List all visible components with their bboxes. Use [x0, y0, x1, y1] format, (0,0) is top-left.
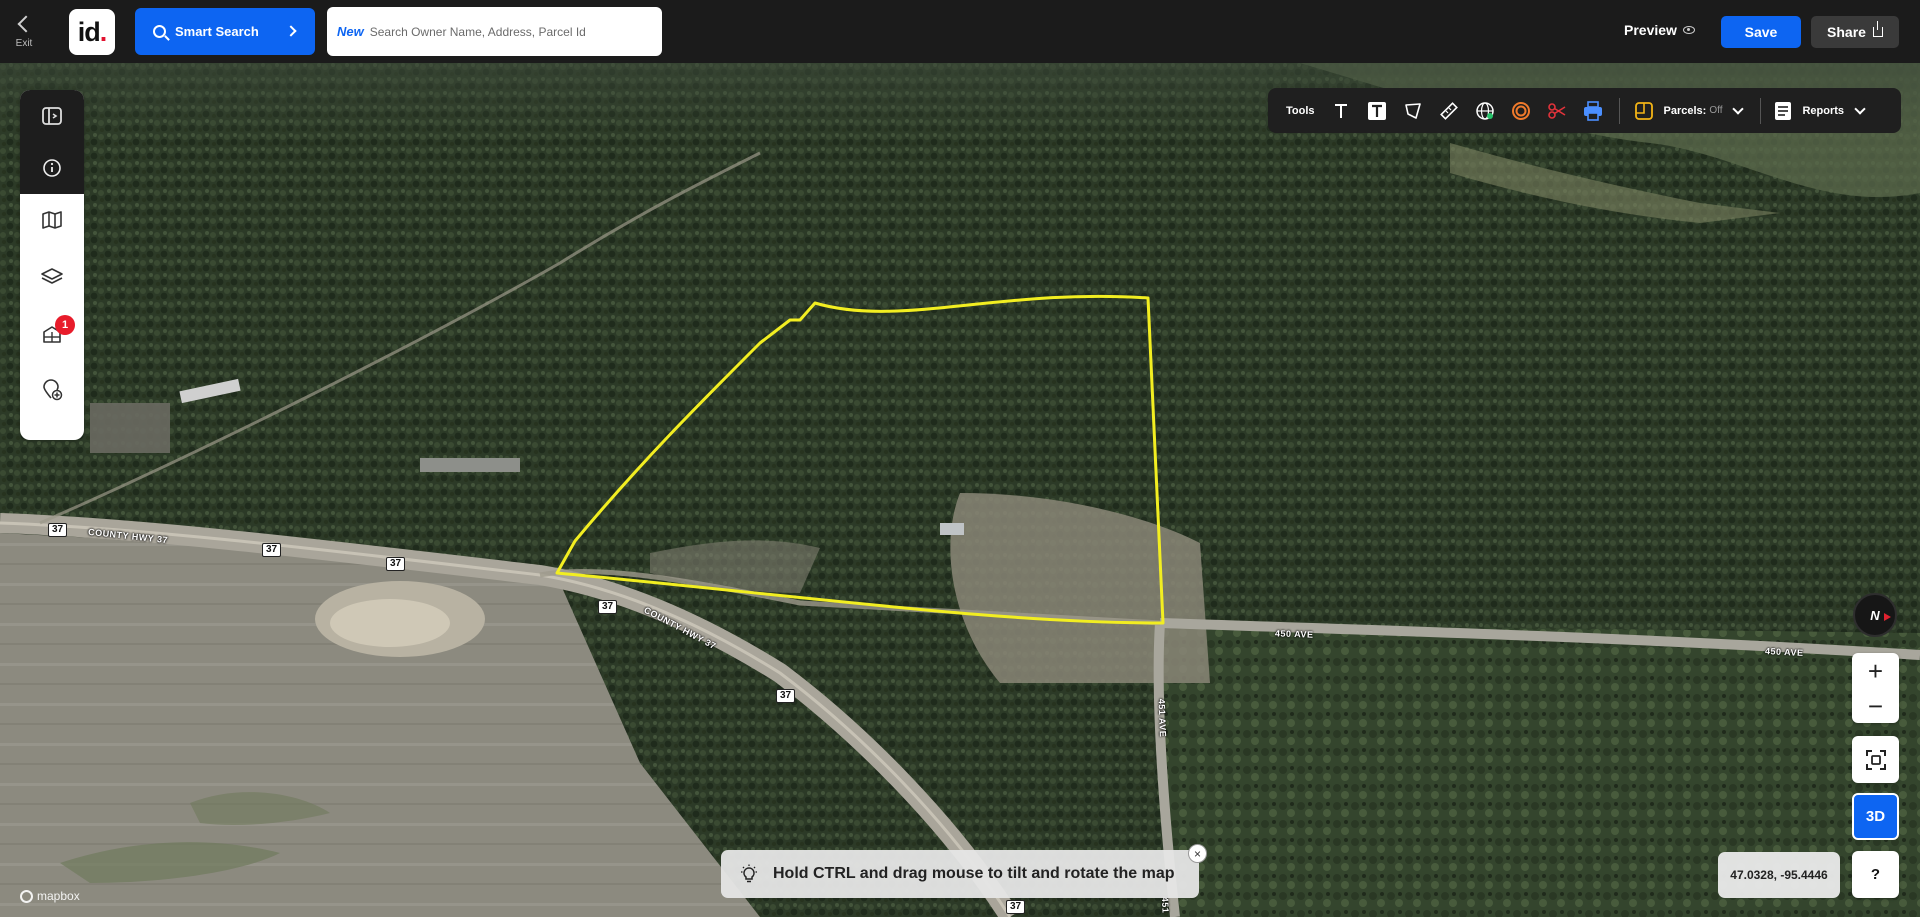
zoom-in-button[interactable]: +	[1852, 653, 1899, 688]
mapbox-label: mapbox	[37, 889, 80, 903]
notification-badge: 1	[55, 315, 75, 335]
measure-tool-button[interactable]	[1431, 93, 1467, 129]
route-shield: 37	[776, 689, 796, 703]
road-label: 451	[1159, 896, 1171, 914]
sidebar-toggle-button[interactable]	[20, 90, 84, 142]
coordinates-readout: 47.0328, -95.4446	[1718, 852, 1840, 898]
eye-icon	[1682, 26, 1695, 34]
focus-frame-icon	[1865, 749, 1886, 770]
printer-icon	[1583, 100, 1602, 121]
polygon-tool-button[interactable]	[1395, 93, 1431, 129]
tools-toolbar: Tools Parcels: Off Reports	[1268, 88, 1901, 133]
share-label: Share	[1827, 24, 1866, 40]
text-box-tool-button[interactable]	[1359, 93, 1395, 129]
report-document-icon	[1775, 101, 1792, 120]
text-icon	[1334, 103, 1347, 118]
zoom-control: + −	[1852, 653, 1899, 723]
text-tool-button[interactable]	[1323, 93, 1359, 129]
chevron-right-icon	[285, 25, 297, 37]
preview-button[interactable]: Preview	[1624, 22, 1695, 38]
sidebar-item-layers[interactable]	[20, 251, 84, 303]
map-hint-toast: Hold CTRL and drag mouse to tilt and rot…	[721, 850, 1199, 898]
globe-icon	[1475, 101, 1494, 120]
sidebar-item-info[interactable]	[20, 142, 84, 194]
logo-dot: .	[99, 16, 107, 47]
compass-needle-icon	[1884, 613, 1891, 621]
search-icon	[153, 25, 166, 38]
add-location-icon	[43, 379, 63, 401]
chevron-down-icon	[1854, 102, 1866, 115]
logo-text: id	[77, 16, 101, 47]
tools-label: Tools	[1286, 104, 1315, 117]
route-shield: 37	[48, 523, 68, 537]
zoom-out-button[interactable]: −	[1852, 688, 1899, 723]
map-canvas[interactable]: 37 37 37 37 37 37 COUNTY HWY 37 COUNTY H…	[0, 63, 1920, 917]
sidebar-item-add-location[interactable]	[20, 364, 84, 416]
print-tool-button[interactable]	[1575, 93, 1611, 129]
share-icon	[1872, 21, 1883, 37]
text-box-icon	[1367, 101, 1386, 120]
search-input[interactable]	[369, 24, 650, 39]
parcels-value: Off	[1709, 105, 1723, 116]
route-shield: 37	[262, 543, 282, 557]
route-shield: 37	[598, 600, 618, 614]
road-label: 451 AVE	[1156, 698, 1168, 738]
top-bar: Exit id. Smart Search New Preview Save S…	[0, 0, 1920, 63]
polygon-icon	[1404, 102, 1421, 119]
smart-search-button[interactable]: Smart Search	[135, 8, 315, 55]
mapbox-logo-icon	[20, 889, 33, 903]
exit-label: Exit	[15, 38, 33, 49]
split-tool-button[interactable]	[1539, 93, 1575, 129]
smart-search-label: Smart Search	[175, 24, 259, 39]
ruler-icon	[1439, 101, 1458, 120]
toggle-3d-button[interactable]: 3D	[1852, 793, 1899, 840]
map-icon	[42, 211, 62, 229]
globe-tool-button[interactable]	[1467, 93, 1503, 129]
parcels-label: Parcels:	[1663, 104, 1707, 117]
share-button[interactable]: Share	[1811, 16, 1899, 48]
route-shield: 37	[386, 557, 406, 571]
new-tag: New	[337, 24, 364, 39]
mapbox-attribution[interactable]: mapbox	[20, 889, 80, 903]
layers-icon	[41, 268, 63, 284]
road-label: 450 AVE	[1764, 645, 1804, 659]
hint-close-button[interactable]: ×	[1188, 844, 1207, 863]
road-label: 450 AVE	[1274, 628, 1314, 640]
lightbulb-icon	[741, 864, 757, 883]
exit-button[interactable]: Exit	[10, 14, 38, 54]
parcel-icon	[1634, 101, 1653, 120]
search-bar[interactable]: New	[327, 7, 662, 56]
sidebar-item-map[interactable]	[20, 194, 84, 246]
satellite-imagery	[0, 63, 1920, 917]
toolbar-divider	[1760, 97, 1762, 124]
buffer-tool-button[interactable]	[1503, 93, 1539, 129]
compass-north-label: N	[1870, 607, 1880, 623]
compass-button[interactable]: N	[1853, 593, 1897, 637]
route-shield: 37	[1006, 900, 1026, 914]
logo[interactable]: id.	[69, 9, 115, 55]
info-icon	[43, 159, 61, 177]
chevron-down-icon	[1732, 102, 1745, 115]
save-button[interactable]: Save	[1721, 16, 1801, 48]
left-sidebar: 1	[20, 90, 84, 440]
reports-dropdown[interactable]: Reports	[1773, 101, 1866, 121]
hint-text: Hold CTRL and drag mouse to tilt and rot…	[773, 865, 1175, 882]
help-button[interactable]: ?	[1852, 851, 1899, 898]
chevron-left-icon	[17, 15, 35, 33]
panel-toggle-icon	[42, 107, 62, 125]
parcels-toggle[interactable]: Parcels: Off	[1634, 101, 1745, 121]
fit-to-bounds-button[interactable]	[1852, 736, 1899, 783]
toolbar-divider	[1618, 97, 1620, 124]
sidebar-item-parcels[interactable]: 1	[20, 308, 84, 360]
scissors-icon	[1547, 102, 1565, 119]
reports-label: Reports	[1802, 104, 1845, 117]
buffer-ring-icon	[1511, 101, 1530, 120]
preview-label: Preview	[1624, 22, 1677, 38]
